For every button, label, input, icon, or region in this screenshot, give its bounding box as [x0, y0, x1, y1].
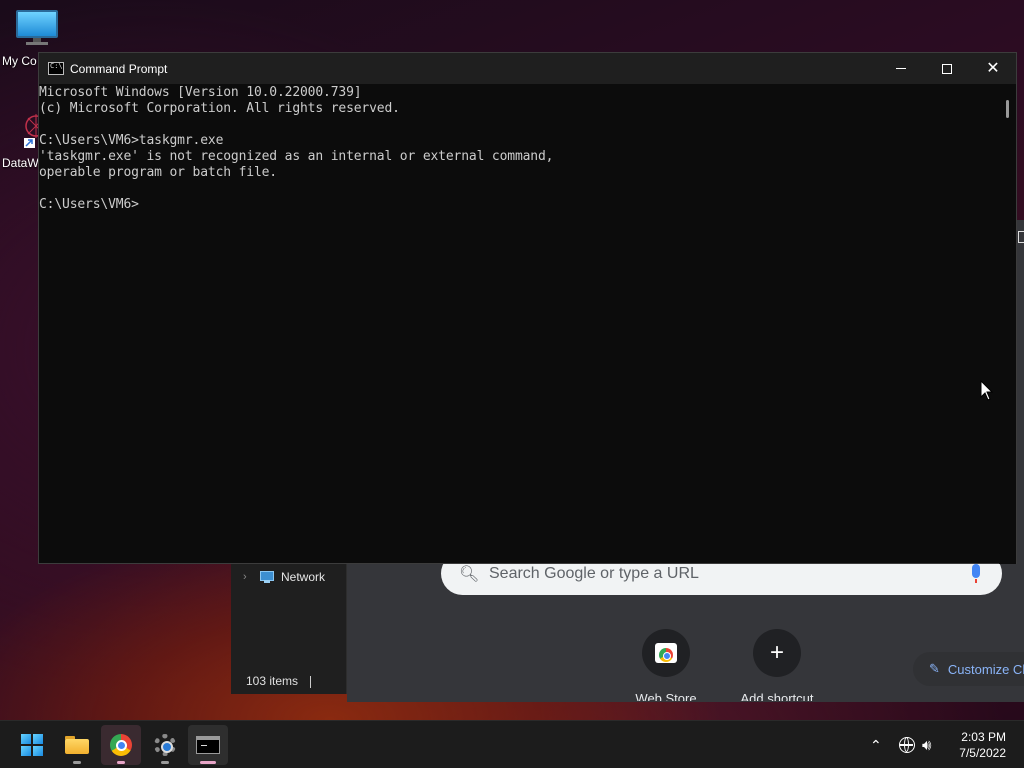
title-bar[interactable]: Command Prompt ✕ [39, 53, 1016, 84]
search-input[interactable] [489, 564, 949, 583]
console-output[interactable]: Microsoft Windows [Version 10.0.22000.73… [39, 84, 1001, 564]
plus-icon: + [753, 629, 801, 677]
active-indicator [200, 761, 216, 764]
item-count: 103 items [246, 674, 299, 688]
taskbar-file-explorer[interactable] [57, 725, 97, 765]
microphone-icon[interactable] [972, 564, 980, 583]
vertical-scrollbar[interactable] [999, 84, 1016, 564]
monitor-icon [16, 10, 58, 45]
network-tray-button[interactable] [899, 721, 915, 768]
close-button[interactable]: ✕ [970, 53, 1016, 84]
clock-time: 2:03 PM [961, 730, 1006, 744]
status-divider [310, 675, 312, 688]
close-icon: ✕ [986, 59, 1000, 77]
maximize-icon [942, 63, 952, 74]
shortcut-add[interactable]: + Add shortcut [732, 629, 822, 701]
running-indicator [117, 761, 125, 764]
status-bar: 103 items [246, 674, 312, 688]
speaker-icon: 🔊︎ [922, 736, 932, 754]
console-line: Microsoft Windows [Version 10.0.22000.73… [39, 85, 362, 100]
taskbar-command-prompt[interactable] [188, 725, 228, 765]
shortcut-label: Web Store [635, 691, 697, 701]
customize-label: Customize Chrome [947, 661, 1024, 677]
taskbar-settings[interactable] [145, 725, 185, 765]
taskbar: ⌃ 🔊︎ 2:03 PM 7/5/2022 [0, 720, 1024, 768]
chevron-up-icon: ⌃ [870, 736, 882, 753]
folder-icon [65, 736, 89, 754]
chevron-right-icon: › [243, 571, 247, 583]
shortcut-web-store[interactable]: Web Store [621, 629, 711, 701]
pencil-icon: ✎ [929, 661, 940, 676]
console-line: operable program or batch file. [39, 165, 277, 180]
taskbar-chrome[interactable] [101, 725, 141, 765]
shortcut-label: Add shortcut [740, 691, 814, 701]
file-explorer-window: › Network 103 items [231, 562, 347, 694]
minimize-button[interactable] [878, 53, 924, 84]
terminal-icon [196, 736, 220, 754]
chrome-edge-icon [1018, 231, 1024, 243]
network-icon [259, 570, 275, 584]
globe-icon [899, 737, 915, 753]
running-indicator [73, 761, 81, 764]
windows-logo-icon [21, 734, 43, 756]
search-icon: 🔍︎ [459, 565, 480, 583]
running-indicator [161, 761, 169, 764]
gear-icon [154, 734, 176, 756]
clock[interactable]: 2:03 PM 7/5/2022 [959, 729, 1006, 761]
maximize-button[interactable] [924, 53, 970, 84]
console-line: 'taskgmr.exe' is not recognized as an in… [39, 149, 554, 164]
command-prompt-icon [48, 62, 64, 75]
window-title: Command Prompt [70, 61, 168, 76]
chrome-window-edge [1016, 220, 1024, 562]
show-hidden-icons-button[interactable]: ⌃ [870, 721, 882, 768]
console-line: C:\Users\VM6>taskgmr.exe [39, 133, 224, 148]
clock-date: 7/5/2022 [959, 746, 1006, 760]
scrollbar-thumb[interactable] [1006, 100, 1009, 118]
console-prompt[interactable]: C:\Users\VM6> [39, 197, 1001, 213]
chrome-icon [110, 734, 132, 756]
start-button[interactable] [12, 725, 52, 765]
nav-item-network[interactable]: › Network [243, 570, 325, 584]
nav-item-label: Network [281, 570, 326, 584]
command-prompt-window[interactable]: Command Prompt ✕ Microsoft Windows [Vers… [38, 52, 1017, 564]
customize-chrome-button[interactable]: ✎ Customize Chrome [913, 652, 1024, 686]
web-store-icon [642, 629, 690, 677]
volume-tray-button[interactable]: 🔊︎ [922, 721, 931, 768]
console-line: (c) Microsoft Corporation. All rights re… [39, 101, 400, 116]
minimize-icon [896, 68, 906, 69]
